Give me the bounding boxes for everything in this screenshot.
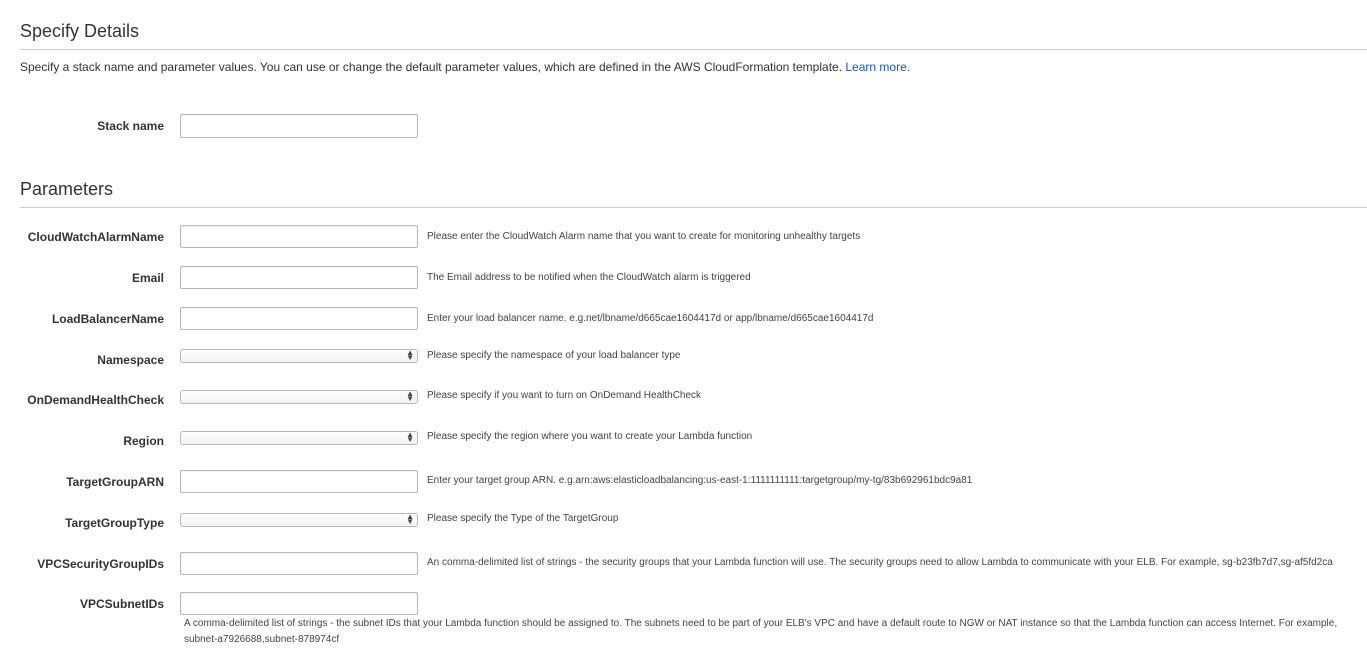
load-balancer-name-input[interactable]: [180, 307, 418, 330]
vpc-security-group-ids-help: An comma-delimited list of strings - the…: [427, 557, 1333, 568]
select-arrows-icon: ▲ ▼: [406, 389, 414, 403]
on-demand-health-check-label: OnDemandHealthCheck: [27, 393, 164, 407]
stack-name-label: Stack name: [97, 119, 164, 133]
section-divider: [20, 207, 1367, 208]
region-help: Please specify the region where you want…: [427, 431, 753, 442]
load-balancer-name-help: Enter your load balancer name. e.g.net/l…: [427, 313, 874, 324]
target-group-type-help: Please specify the Type of the TargetGro…: [427, 513, 619, 524]
select-arrows-icon: ▲ ▼: [406, 512, 414, 526]
section-divider: [20, 49, 1367, 50]
namespace-label: Namespace: [97, 353, 164, 367]
namespace-help: Please specify the namespace of your loa…: [427, 350, 681, 361]
target-group-type-select[interactable]: ▲ ▼: [180, 513, 418, 527]
target-group-arn-input[interactable]: [180, 470, 418, 493]
vpc-subnet-ids-label: VPCSubnetIDs: [79, 597, 164, 611]
cloudwatch-alarm-name-input[interactable]: [180, 225, 418, 248]
select-arrows-icon: ▲ ▼: [406, 430, 414, 444]
vpc-subnet-ids-input[interactable]: [180, 592, 418, 615]
cloudwatch-alarm-name-help: Please enter the CloudWatch Alarm name t…: [427, 231, 861, 242]
section-title-parameters: Parameters: [20, 179, 114, 199]
target-group-arn-label: TargetGroupARN: [66, 475, 164, 489]
namespace-select[interactable]: ▲ ▼: [180, 349, 418, 363]
stack-name-input[interactable]: [180, 114, 418, 138]
email-input[interactable]: [180, 266, 418, 289]
section-title-specify-details: Specify Details: [20, 21, 140, 41]
vpc-security-group-ids-input[interactable]: [180, 552, 418, 575]
vpc-security-group-ids-label: VPCSecurityGroupIDs: [37, 557, 164, 571]
target-group-arn-help: Enter your target group ARN. e.g.arn:aws…: [427, 475, 973, 486]
intro-text: Specify a stack name and parameter value…: [20, 60, 910, 74]
region-label: Region: [123, 434, 164, 448]
target-group-type-label: TargetGroupType: [65, 516, 164, 530]
load-balancer-name-label: LoadBalancerName: [51, 312, 164, 326]
email-help: The Email address to be notified when th…: [427, 272, 751, 283]
vpc-subnet-ids-help: A comma-delimited list of strings - the …: [184, 618, 1338, 645]
on-demand-health-check-select[interactable]: ▲ ▼: [180, 390, 418, 404]
intro-description: Specify a stack name and parameter value…: [20, 60, 843, 74]
select-arrows-icon: ▲ ▼: [406, 348, 414, 362]
learn-more-link[interactable]: Learn more.: [845, 60, 910, 74]
email-label: Email: [131, 271, 164, 285]
region-select[interactable]: ▲ ▼: [180, 431, 418, 445]
cloudwatch-alarm-name-label: CloudWatchAlarmName: [27, 230, 164, 244]
on-demand-health-check-help: Please specify if you want to turn on On…: [427, 390, 702, 401]
specify-details-page: Specify Details Specify a stack name and…: [0, 0, 1367, 672]
